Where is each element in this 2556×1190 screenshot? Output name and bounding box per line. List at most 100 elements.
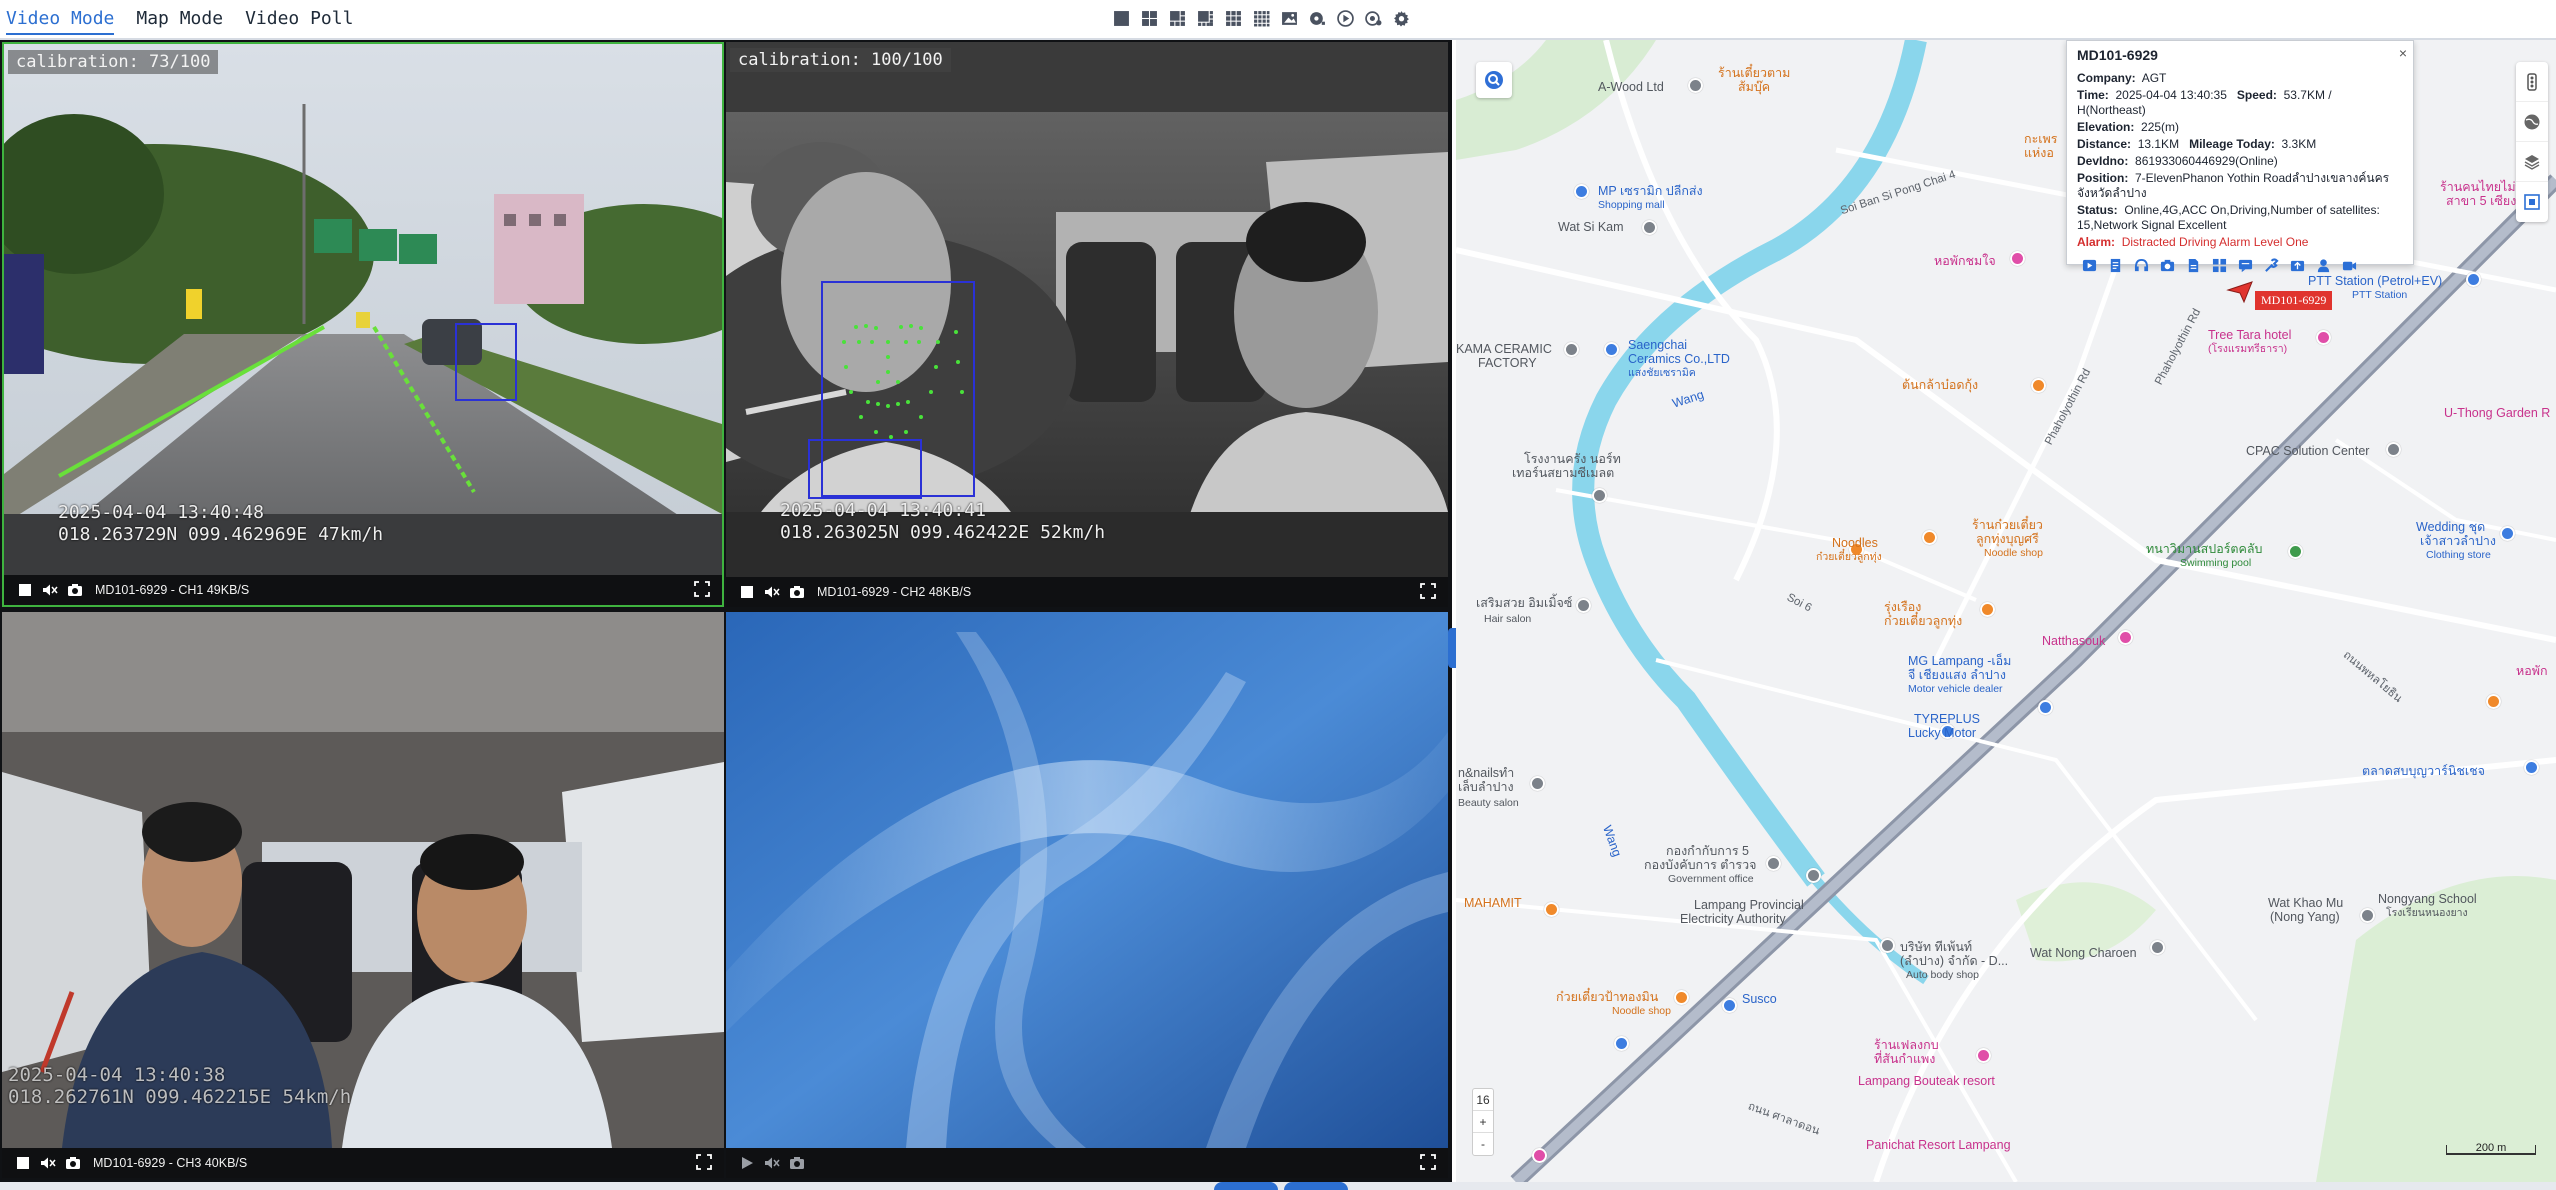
poi-pin[interactable]	[2360, 908, 2375, 923]
poi-pin[interactable]	[1592, 488, 1607, 503]
fullscreen-icon[interactable]	[696, 1154, 714, 1172]
stop-icon[interactable]	[16, 581, 34, 599]
stop-icon[interactable]	[14, 1154, 32, 1172]
zoom-out-button[interactable]: -	[1473, 1133, 1493, 1155]
poi-pin[interactable]	[2500, 526, 2515, 541]
poi-pin[interactable]	[1976, 1048, 1991, 1063]
vehicle-marker-icon[interactable]	[2226, 280, 2254, 304]
poi-pin[interactable]	[1980, 602, 1995, 617]
mute-icon[interactable]	[39, 1154, 57, 1172]
play-icon[interactable]	[1336, 9, 1355, 28]
poi-pin[interactable]	[2150, 940, 2165, 955]
video-feed-ch4[interactable]	[726, 612, 1448, 1148]
play-video-icon[interactable]	[2081, 257, 2097, 273]
camera-settings-icon[interactable]	[1364, 9, 1383, 28]
tools-icon[interactable]	[2263, 257, 2279, 273]
poi-pin[interactable]	[1806, 868, 1821, 883]
image-icon[interactable]	[1280, 9, 1299, 28]
poi-pin[interactable]	[1530, 776, 1545, 791]
video-cell-ch3[interactable]: 2025-04-04 13:40:38 018.262761N 099.4622…	[2, 612, 724, 1178]
poi-pin[interactable]	[1564, 342, 1579, 357]
map-tools	[2516, 62, 2548, 222]
video-cell-ch2[interactable]: calibration: 100/100 2025-04-04 13:40:41…	[726, 42, 1448, 607]
poi-pin[interactable]	[1614, 1036, 1629, 1051]
poi-pin[interactable]	[1532, 1148, 1547, 1163]
poi-pin[interactable]	[1674, 990, 1689, 1005]
video-record-icon[interactable]	[2341, 257, 2357, 273]
fullscreen-map-icon[interactable]	[2516, 182, 2548, 222]
map-label: Wat Si Kam	[1558, 220, 1624, 234]
poi-pin[interactable]	[1574, 184, 1589, 199]
snapshot-icon[interactable]	[788, 583, 806, 601]
poi-pin[interactable]	[2466, 272, 2481, 287]
layout-16-icon[interactable]	[1252, 9, 1271, 28]
poi-pin[interactable]	[1642, 220, 1657, 235]
video-cell-ch4[interactable]	[726, 612, 1448, 1178]
grid-icon[interactable]	[2211, 257, 2227, 273]
mute-icon[interactable]	[763, 583, 781, 601]
fullscreen-icon[interactable]	[1420, 1154, 1438, 1172]
layout-1-icon[interactable]	[1112, 9, 1131, 28]
poi-pin[interactable]	[2288, 544, 2303, 559]
upload-icon[interactable]	[2289, 257, 2305, 273]
poi-pin[interactable]	[2524, 760, 2539, 775]
bottom-panel-tab[interactable]	[1214, 1182, 1278, 1190]
map-search-button[interactable]	[1476, 62, 1512, 98]
poi-pin[interactable]	[1766, 856, 1781, 871]
layout-9-icon[interactable]	[1224, 9, 1243, 28]
tab-video-mode[interactable]: Video Mode	[6, 8, 115, 35]
tab-video-poll[interactable]: Video Poll	[245, 8, 353, 35]
poi-pin[interactable]	[2118, 630, 2133, 645]
mute-icon[interactable]	[41, 581, 59, 599]
poi-pin[interactable]	[2038, 700, 2053, 715]
video-feed-ch1[interactable]	[4, 44, 722, 580]
headset-icon[interactable]	[2133, 257, 2149, 273]
video-cell-ch1[interactable]: calibration: 73/100 2025-04-04 13:40:48 …	[2, 42, 724, 607]
snapshot-icon[interactable]	[66, 581, 84, 599]
poi-pin[interactable]	[1688, 78, 1703, 93]
tab-map-mode[interactable]: Map Mode	[136, 8, 223, 35]
map-label: แห่งอ	[2024, 146, 2054, 160]
mute-icon[interactable]	[763, 1154, 781, 1172]
bottom-panel-tab[interactable]	[1284, 1182, 1348, 1190]
zoom-in-button[interactable]: +	[1473, 1111, 1493, 1133]
satellite-icon[interactable]	[2516, 102, 2548, 142]
map-label: MG Lampang -เอ็ม	[1908, 654, 2012, 668]
traffic-icon[interactable]	[2516, 62, 2548, 102]
close-icon[interactable]: ×	[2399, 45, 2407, 61]
poi-pin[interactable]	[1880, 938, 1895, 953]
record-settings-icon[interactable]	[1308, 9, 1327, 28]
snapshot-icon[interactable]	[64, 1154, 82, 1172]
vehicle-tag[interactable]: MD101-6929	[2255, 291, 2333, 310]
file-icon[interactable]	[2185, 257, 2201, 273]
map-label: กะเพร	[2024, 132, 2058, 146]
poi-pin[interactable]	[1922, 530, 1937, 545]
video-feed-ch2[interactable]	[726, 42, 1448, 578]
snapshot-icon[interactable]	[2159, 257, 2175, 273]
poi-pin[interactable]	[1722, 998, 1737, 1013]
document-icon[interactable]	[2107, 257, 2123, 273]
stop-icon[interactable]	[738, 583, 756, 601]
poi-pin[interactable]	[2031, 378, 2046, 393]
gear-icon[interactable]	[1392, 9, 1411, 28]
layout-4-icon[interactable]	[1140, 9, 1159, 28]
poi-pin[interactable]	[1544, 902, 1559, 917]
map-label: FACTORY	[1478, 356, 1537, 370]
osd-position: 018.263729N 099.462969E 47km/h	[58, 524, 384, 545]
play-icon[interactable]	[738, 1154, 756, 1172]
poi-pin[interactable]	[1604, 342, 1619, 357]
poi-pin[interactable]	[2486, 694, 2501, 709]
fullscreen-icon[interactable]	[1420, 583, 1438, 601]
poi-pin[interactable]	[2386, 442, 2401, 457]
driver-icon[interactable]	[2315, 257, 2331, 273]
message-icon[interactable]	[2237, 257, 2253, 273]
layout-8-icon[interactable]	[1196, 9, 1215, 28]
poi-pin[interactable]	[2316, 330, 2331, 345]
fullscreen-icon[interactable]	[694, 581, 712, 599]
poi-pin[interactable]	[2010, 251, 2025, 266]
layout-6-icon[interactable]	[1168, 9, 1187, 28]
map-view[interactable]: A-Wood Ltd ร้านเตี๋ยวตาม ส้มบุ๊ค กะเพร แ…	[1456, 40, 2556, 1182]
snapshot-icon[interactable]	[788, 1154, 806, 1172]
layers-icon[interactable]	[2516, 142, 2548, 182]
poi-pin[interactable]	[1576, 598, 1591, 613]
